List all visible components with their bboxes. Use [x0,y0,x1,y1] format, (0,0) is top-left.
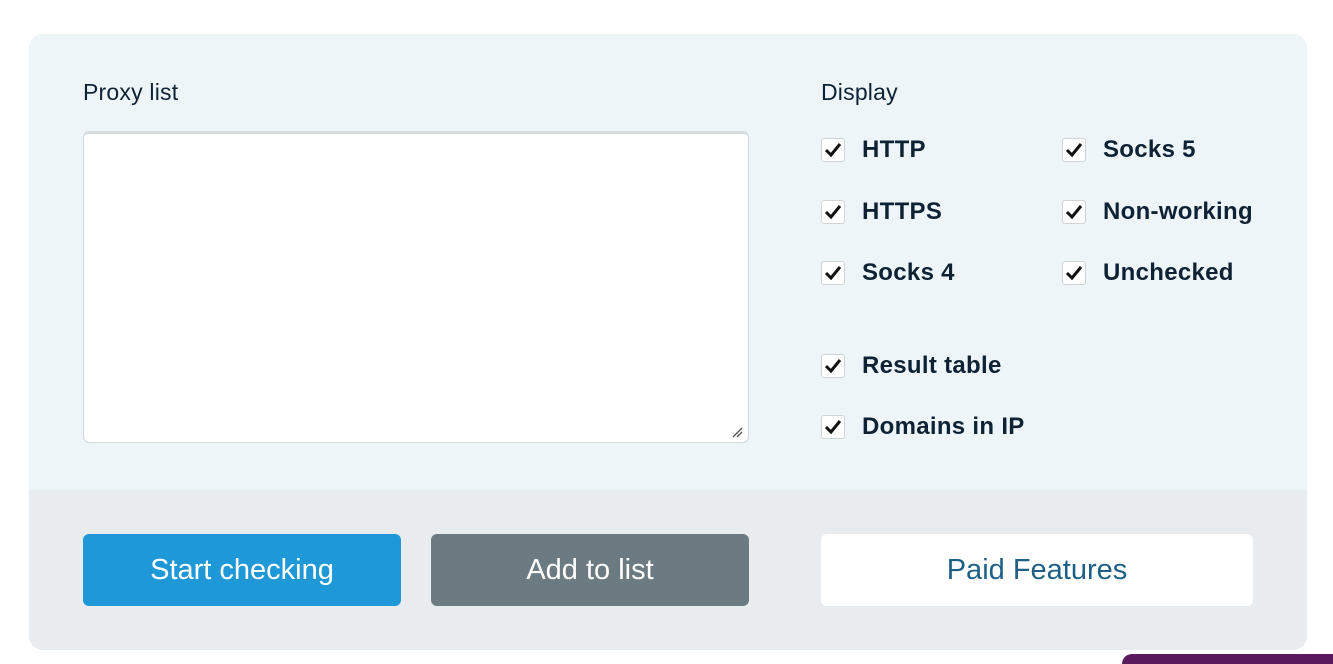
start-checking-button[interactable]: Start checking [83,534,401,606]
checkmark-icon [824,143,842,158]
checkbox-box[interactable] [821,200,845,224]
checkbox-https[interactable]: HTTPS [821,198,942,226]
checkbox-box[interactable] [821,261,845,285]
checkbox-non-working[interactable]: Non-working [1062,198,1253,226]
checkmark-icon [824,359,842,374]
checkbox-label: Result table [862,352,1002,379]
checkbox-label: Socks 4 [862,259,955,286]
checkbox-unchecked[interactable]: Unchecked [1062,259,1234,287]
checkbox-domains-in-ip[interactable]: Domains in IP [821,413,1025,441]
checkbox-label: HTTP [862,136,926,163]
add-to-list-button[interactable]: Add to list [431,534,749,606]
display-label: Display [821,79,898,105]
checkbox-box[interactable] [1062,200,1086,224]
checkbox-socks4[interactable]: Socks 4 [821,259,955,287]
paid-features-button[interactable]: Paid Features [821,534,1253,606]
checkmark-icon [824,420,842,435]
checkbox-label: Socks 5 [1103,136,1196,163]
checkmark-icon [824,266,842,281]
checkmark-icon [824,205,842,220]
checkmark-icon [1065,143,1083,158]
checkbox-http[interactable]: HTTP [821,136,926,164]
checkbox-result-table[interactable]: Result table [821,352,1002,380]
resize-grip-icon[interactable] [731,426,743,438]
proxy-checker-panel: Proxy list Display HTTP HTTPS Socks 4 So… [29,34,1307,650]
purple-widget-edge [1122,654,1333,664]
proxy-list-label: Proxy list [83,79,179,105]
checkmark-icon [1065,266,1083,281]
checkbox-label: HTTPS [862,198,943,225]
checkbox-label: Non-working [1103,198,1253,225]
checkbox-box[interactable] [821,415,845,439]
checkbox-box[interactable] [1062,261,1086,285]
checkmark-icon [1065,205,1083,220]
proxy-list-textarea[interactable] [83,131,749,443]
checkbox-box[interactable] [1062,138,1086,162]
checkbox-label: Domains in IP [862,413,1025,440]
checkbox-box[interactable] [821,354,845,378]
checkbox-box[interactable] [821,138,845,162]
checkbox-socks5[interactable]: Socks 5 [1062,136,1196,164]
checkbox-label: Unchecked [1103,259,1234,286]
